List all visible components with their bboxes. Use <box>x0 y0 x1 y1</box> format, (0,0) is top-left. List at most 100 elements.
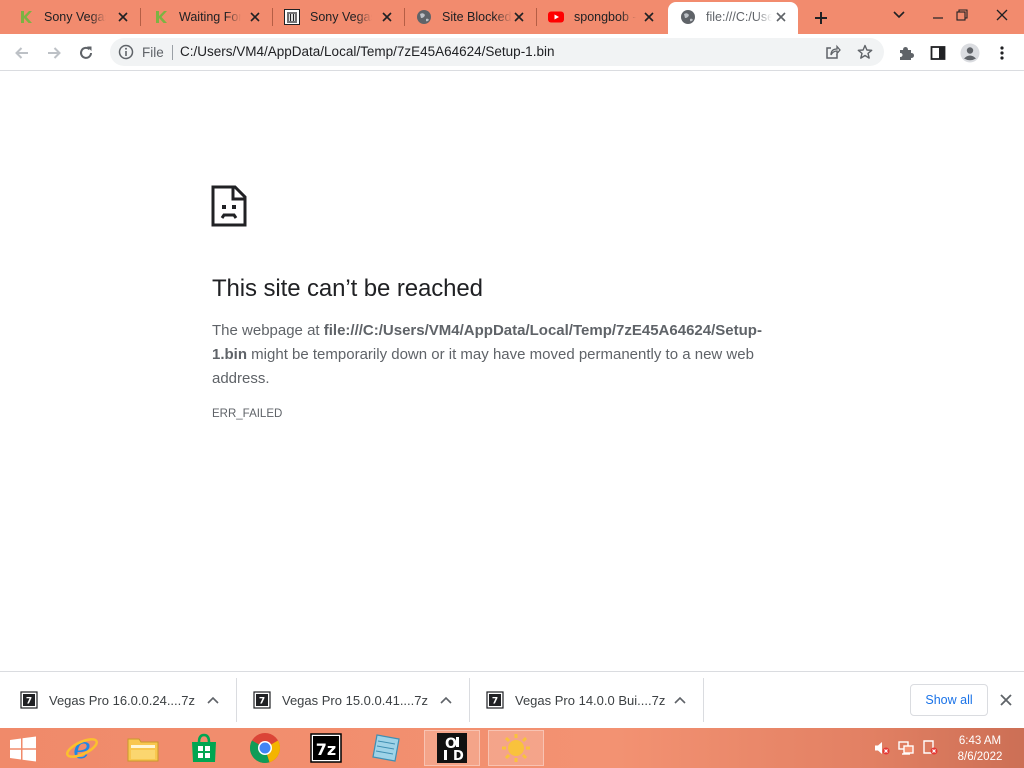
close-window-button[interactable] <box>990 4 1014 26</box>
puzzle-icon <box>900 47 914 60</box>
share-icon <box>826 44 841 59</box>
7z-file-icon: 7 <box>20 691 38 709</box>
tab-search-button[interactable] <box>887 4 911 26</box>
svg-text:7: 7 <box>259 697 265 707</box>
tab-youtube-spongbob[interactable]: spongbob - YouTube <box>536 0 666 34</box>
tab-waiting-for-download[interactable]: Waiting For Download <box>140 0 272 34</box>
tab-title: file:///C:/Users/VM4 <box>706 10 772 24</box>
close-icon <box>1000 694 1012 706</box>
download-separator <box>236 678 237 722</box>
windows-logo-icon <box>10 736 36 762</box>
omnibox-divider <box>172 45 173 60</box>
network-icon[interactable] <box>898 740 914 756</box>
tab-close-icon[interactable] <box>774 10 788 24</box>
download-shelf: 7 Vegas Pro 16.0.0.24....7z 7 Vegas Pro … <box>0 671 1024 728</box>
archive-icon <box>284 9 300 25</box>
download-item[interactable]: 7 Vegas Pro 16.0.0.24....7z <box>20 678 236 722</box>
extensions-button[interactable] <box>893 40 919 66</box>
error-desc-prefix: The webpage at <box>212 322 324 339</box>
internet-explorer-icon[interactable]: e <box>54 730 110 766</box>
arrow-left-icon <box>15 47 28 59</box>
tab-sony-vegas-1[interactable]: Sony Vegas Pro <box>0 0 140 34</box>
store-icon[interactable] <box>176 730 232 766</box>
tab-close-icon[interactable] <box>642 10 656 24</box>
back-button[interactable] <box>9 40 35 66</box>
download-filename: Vegas Pro 14.0.0 Bui....7z <box>515 693 666 708</box>
svg-text:7: 7 <box>492 697 498 707</box>
profile-button[interactable] <box>957 40 983 66</box>
7zip-icon[interactable]: 7z <box>298 730 354 766</box>
chrome-icon[interactable] <box>237 730 293 766</box>
clock-time: 6:43 AM <box>958 735 1002 747</box>
chevron-up-icon <box>207 696 219 704</box>
kebab-menu-icon <box>1000 46 1004 60</box>
k-site-icon <box>18 9 34 25</box>
minimize-button[interactable] <box>926 4 950 26</box>
side-panel-icon <box>930 46 946 60</box>
site-info-button[interactable]: File <box>118 44 164 60</box>
clock-date: 8/6/2022 <box>957 751 1003 763</box>
sad-page-icon <box>211 185 247 227</box>
svg-text:7z: 7z <box>316 740 336 759</box>
tab-close-icon[interactable] <box>512 10 526 24</box>
download-filename: Vegas Pro 16.0.0.24....7z <box>49 693 195 708</box>
download-separator <box>703 678 704 722</box>
globe-icon <box>416 9 432 25</box>
tab-close-icon[interactable] <box>380 10 394 24</box>
menu-button[interactable] <box>989 40 1015 66</box>
download-filename: Vegas Pro 15.0.0.41....7z <box>282 693 428 708</box>
chevron-up-icon <box>674 696 686 704</box>
tab-title: spongbob - YouTube <box>574 10 636 24</box>
url-text[interactable]: C:/Users/VM4/AppData/Local/Temp/7zE45A64… <box>180 44 554 59</box>
error-description: The webpage at file:///C:/Users/VM4/AppD… <box>212 319 787 391</box>
bookmark-button[interactable] <box>856 43 874 61</box>
tab-site-blocked[interactable]: Site Blocked <box>404 0 536 34</box>
reload-icon <box>80 46 92 59</box>
file-explorer-icon[interactable] <box>115 730 171 766</box>
odin-icon[interactable]: OD <box>424 730 480 766</box>
forward-button[interactable] <box>41 40 67 66</box>
error-code: ERR_FAILED <box>212 408 283 420</box>
download-options-button[interactable] <box>671 691 689 709</box>
star-icon <box>857 44 873 59</box>
start-button[interactable] <box>6 734 40 764</box>
share-button[interactable] <box>824 43 842 61</box>
tab-file-active[interactable]: file:///C:/Users/VM4 <box>668 2 798 34</box>
download-options-button[interactable] <box>437 691 455 709</box>
tab-close-icon[interactable] <box>116 10 130 24</box>
tab-sony-vegas-2[interactable]: Sony Vegas Pro <box>272 0 404 34</box>
close-shelf-button[interactable] <box>997 691 1015 709</box>
side-panel-button[interactable] <box>925 40 951 66</box>
7z-file-icon: 7 <box>486 691 504 709</box>
plus-icon <box>815 12 827 24</box>
tab-title: Waiting For Download <box>179 10 241 24</box>
speaker-muted-icon[interactable] <box>874 740 890 756</box>
security-label: File <box>142 44 164 60</box>
arrow-right-icon <box>48 47 61 59</box>
download-options-button[interactable] <box>204 691 222 709</box>
new-tab-button[interactable] <box>810 7 832 29</box>
download-item[interactable]: 7 Vegas Pro 15.0.0.41....7z <box>253 678 469 722</box>
address-bar[interactable]: File C:/Users/VM4/AppData/Local/Temp/7zE… <box>110 38 884 66</box>
restore-button[interactable] <box>950 4 974 26</box>
tab-close-icon[interactable] <box>248 10 262 24</box>
7z-file-icon: 7 <box>253 691 271 709</box>
close-icon <box>996 9 1008 21</box>
show-all-downloads-button[interactable]: Show all <box>910 684 988 716</box>
globe-icon <box>680 9 696 25</box>
system-clock[interactable]: 6:43 AM 8/6/2022 <box>948 733 1012 765</box>
info-icon <box>118 44 134 60</box>
reload-button[interactable] <box>73 40 99 66</box>
action-center-alert-icon[interactable] <box>922 740 938 756</box>
sun-app-icon[interactable] <box>488 730 544 766</box>
notepad-icon[interactable] <box>359 730 415 766</box>
minimize-icon <box>933 17 943 19</box>
download-separator <box>469 678 470 722</box>
taskbar: e 7z OD 6:43 AM 8/6/2022 <box>0 728 1024 768</box>
download-item[interactable]: 7 Vegas Pro 14.0.0 Bui....7z <box>486 678 704 722</box>
error-desc-suffix: might be temporarily down or it may have… <box>212 346 754 387</box>
avatar-icon <box>960 43 980 63</box>
svg-text:e: e <box>73 731 91 765</box>
error-title: This site can’t be reached <box>212 275 483 302</box>
restore-icon <box>956 9 968 21</box>
